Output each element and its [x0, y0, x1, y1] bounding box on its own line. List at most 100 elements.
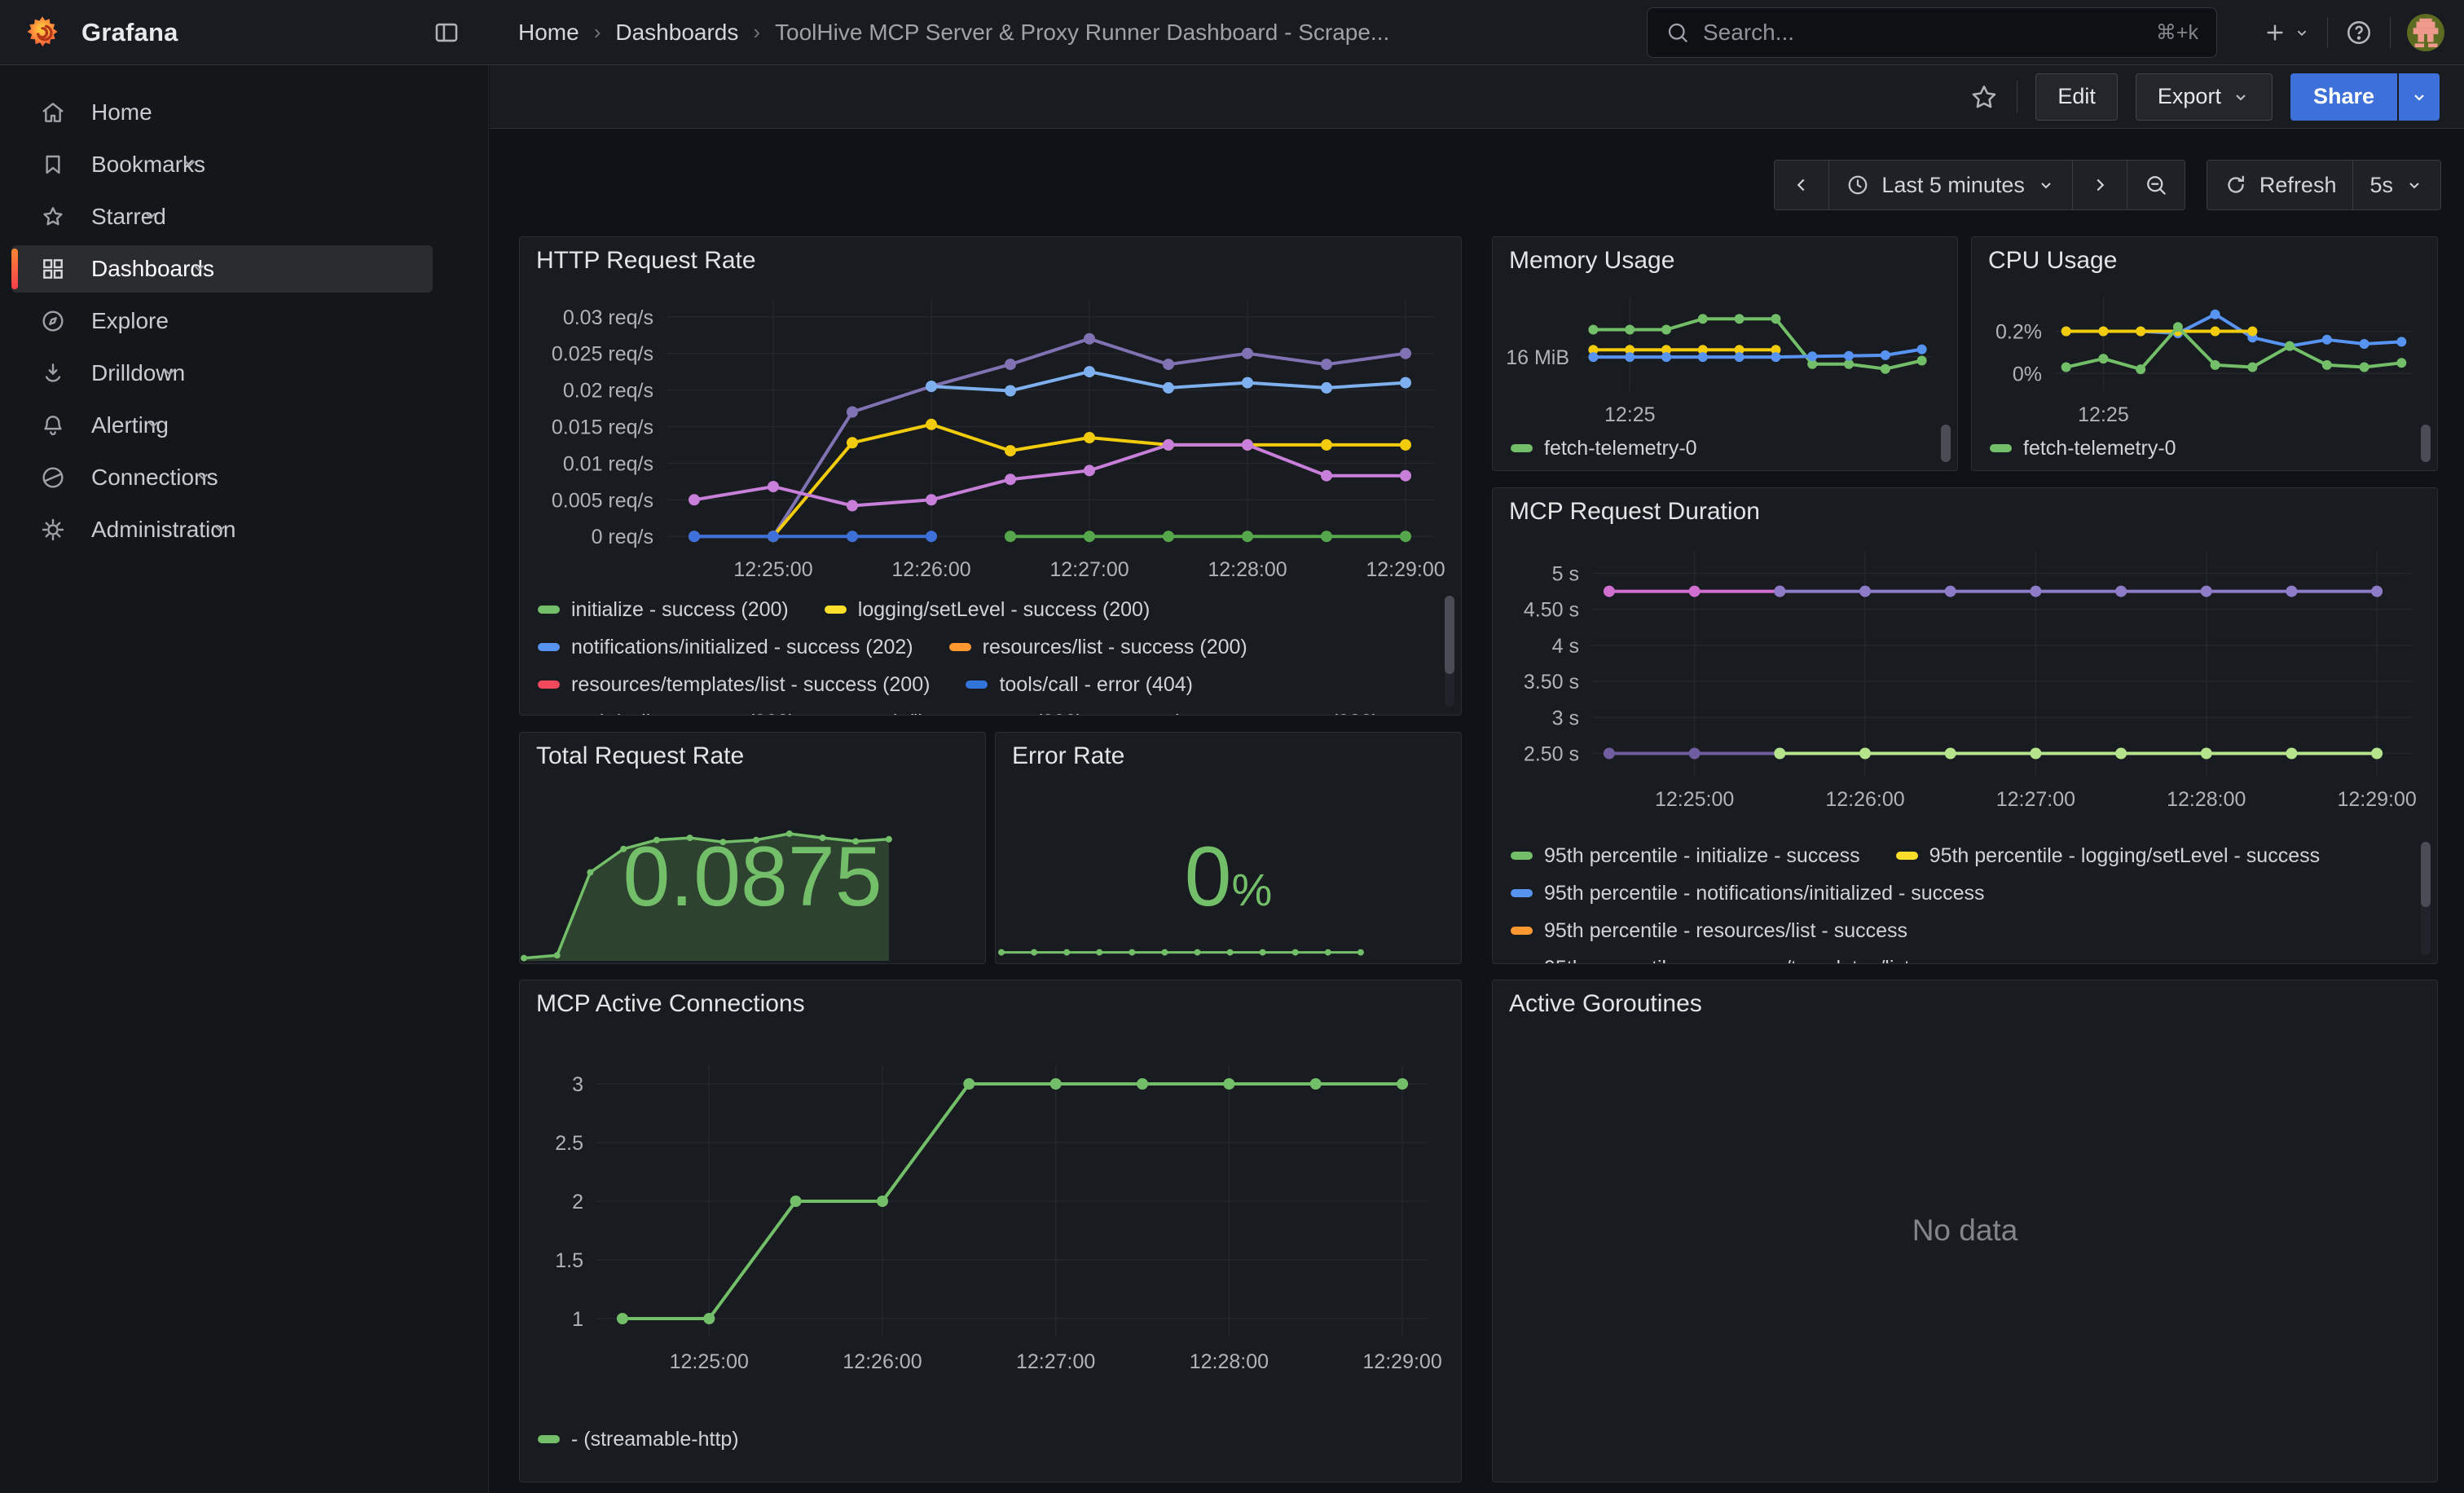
chevron-down-icon[interactable]: [140, 205, 161, 230]
legend-item[interactable]: notifications/initialized - success (202…: [538, 636, 913, 659]
legend-item[interactable]: logging/setLevel - success (200): [825, 598, 1151, 622]
user-avatar[interactable]: [2407, 14, 2444, 51]
chevron-right-icon: [2089, 174, 2110, 196]
chevron-down-icon[interactable]: [143, 413, 164, 438]
legend-label: 95th percentile - initialize - success: [1544, 844, 1860, 868]
svg-text:0.01 req/s: 0.01 req/s: [563, 452, 653, 475]
legend-item[interactable]: tools/list - success (200): [831, 711, 1083, 716]
chevron-down-icon[interactable]: [179, 152, 200, 178]
panel-title[interactable]: MCP Active Connections: [536, 990, 805, 1018]
svg-text:16 MiB: 16 MiB: [1506, 346, 1569, 369]
legend-item[interactable]: fetch-telemetry-0: [1990, 437, 2176, 460]
export-button[interactable]: Export: [2136, 73, 2273, 121]
legend-item[interactable]: 95th percentile - initialize - success: [1511, 844, 1860, 868]
search-input[interactable]: Search... ⌘+k: [1647, 7, 2217, 58]
edit-button[interactable]: Edit: [2035, 73, 2118, 121]
panel-error-rate[interactable]: Error Rate 0%: [995, 732, 1462, 964]
legend-item[interactable]: initialize - success (200): [538, 598, 789, 622]
legend-item[interactable]: fetch-telemetry-0: [1511, 437, 1697, 460]
chevron-down-icon: [2231, 87, 2251, 107]
header-divider: [2327, 17, 2328, 48]
legend-color-chip: [949, 643, 971, 651]
svg-text:4 s: 4 s: [1552, 635, 1579, 658]
panel-memory-usage[interactable]: Memory Usage 12:2516 MiB fetch-telemetry…: [1492, 236, 1958, 471]
sidebar-item-dashboards[interactable]: Dashboards: [0, 243, 488, 295]
panel-mcp-request-duration[interactable]: MCP Request Duration 12:25:0012:26:0012:…: [1492, 487, 2438, 964]
time-range-group: Last 5 minutes: [1774, 160, 2185, 210]
legend-item[interactable]: resources/list - success (200): [949, 636, 1247, 659]
panel-title[interactable]: Memory Usage: [1509, 247, 1674, 275]
svg-text:12:28:00: 12:28:00: [1190, 1350, 1269, 1373]
zoom-out-button[interactable]: [2127, 161, 2185, 209]
panel-title[interactable]: Error Rate: [1012, 742, 1124, 770]
panel-title[interactable]: MCP Request Duration: [1509, 498, 1760, 526]
legend-label: fetch-telemetry-0: [1544, 437, 1697, 460]
panel-mcp-active-connections[interactable]: MCP Active Connections 12:25:0012:26:001…: [519, 980, 1462, 1482]
legend-item[interactable]: unknown - success (200): [1119, 711, 1379, 716]
legend-item[interactable]: 95th percentile - notifications/initiali…: [1511, 882, 1985, 905]
breadcrumb-home[interactable]: Home: [518, 20, 579, 46]
legend-item[interactable]: resources/templates/list - success (200): [538, 673, 930, 697]
sidebar-item-drilldown[interactable]: Drilldown: [0, 347, 488, 399]
panel-http-request-rate[interactable]: HTTP Request Rate 12:25:0012:26:0012:27:…: [519, 236, 1462, 716]
breadcrumb: Home › Dashboards › ToolHive MCP Server …: [518, 20, 1389, 46]
svg-text:2.50 s: 2.50 s: [1524, 742, 1579, 765]
sidebar-item-starred[interactable]: Starred: [0, 191, 488, 243]
panel-active-goroutines[interactable]: Active Goroutines No data: [1492, 980, 2438, 1482]
legend-scrollbar[interactable]: [2421, 425, 2431, 460]
svg-text:3 s: 3 s: [1552, 707, 1579, 729]
legend-item[interactable]: 95th percentile - resources/list - succe…: [1511, 919, 1907, 943]
panel-total-request-rate[interactable]: Total Request Rate 0.0875: [519, 732, 986, 964]
svg-text:0.025 req/s: 0.025 req/s: [552, 343, 653, 366]
panel-title[interactable]: Active Goroutines: [1509, 990, 1702, 1018]
panel-title[interactable]: Total Request Rate: [536, 742, 744, 770]
share-button[interactable]: Share: [2290, 73, 2397, 121]
active-accent-bar: [11, 249, 18, 289]
cpu-usage-chart: 12:250.2%0%: [1977, 276, 2427, 431]
help-button[interactable]: [2344, 18, 2374, 47]
favorite-star-button[interactable]: [1969, 82, 1999, 112]
refresh-button[interactable]: Refresh: [2207, 161, 2353, 209]
legend-scrollbar[interactable]: [1941, 425, 1951, 460]
mcp-request-duration-chart: 12:25:0012:26:0012:27:0012:28:0012:29:00…: [1501, 534, 2431, 827]
sidebar-item-connections[interactable]: Connections: [0, 451, 488, 504]
time-shift-forward-button[interactable]: [2072, 161, 2127, 209]
total-request-rate-value: 0.0875: [520, 829, 985, 926]
chevron-down-icon[interactable]: [188, 257, 209, 282]
sidebar-item-administration[interactable]: Administration: [0, 504, 488, 556]
grafana-logo-icon[interactable]: [24, 15, 60, 51]
refresh-interval-picker[interactable]: 5s: [2352, 161, 2440, 209]
legend-item[interactable]: 95th percentile - logging/setLevel - suc…: [1896, 844, 2320, 868]
legend-item[interactable]: tools/call - success (200): [538, 711, 795, 716]
legend-scrollbar[interactable]: [1445, 596, 1454, 707]
add-new-button[interactable]: [2262, 20, 2311, 46]
legend-label: 95th percentile - resources/templates/li…: [1544, 957, 2001, 964]
bell-icon: [39, 412, 67, 439]
chevron-down-icon[interactable]: [209, 517, 231, 543]
chevron-down-icon[interactable]: [159, 361, 180, 386]
legend-item[interactable]: - (streamable-http): [538, 1428, 739, 1451]
sidebar-item-bookmarks[interactable]: Bookmarks: [0, 139, 488, 191]
breadcrumb-dashboards[interactable]: Dashboards: [615, 20, 738, 46]
sidebar-item-alerting[interactable]: Alerting: [0, 399, 488, 451]
legend-color-chip: [538, 643, 560, 651]
sidebar-item-explore[interactable]: Explore: [0, 295, 488, 347]
chevron-down-icon[interactable]: [192, 465, 213, 491]
legend-color-chip: [1511, 444, 1533, 452]
share-menu-button[interactable]: [2397, 73, 2440, 121]
home-icon: [39, 99, 67, 126]
legend-scrollbar[interactable]: [2421, 842, 2431, 955]
time-shift-back-button[interactable]: [1775, 161, 1828, 209]
legend-item[interactable]: tools/call - error (404): [966, 673, 1193, 697]
legend-label: logging/setLevel - success (200): [858, 598, 1151, 622]
time-range-picker[interactable]: Last 5 minutes: [1828, 161, 2072, 209]
panel-cpu-usage[interactable]: CPU Usage 12:250.2%0% fetch-telemetry-0: [1971, 236, 2438, 471]
no-data-message: No data: [1493, 1213, 2437, 1248]
panel-title[interactable]: CPU Usage: [1988, 247, 2117, 275]
bookmark-icon: [39, 151, 67, 178]
sidebar-item-home[interactable]: Home: [0, 86, 488, 139]
legend-item[interactable]: 95th percentile - resources/templates/li…: [1511, 957, 2001, 964]
dock-sidebar-icon[interactable]: [429, 15, 464, 51]
panel-title[interactable]: HTTP Request Rate: [536, 247, 756, 275]
brand-zone: Grafana: [0, 0, 489, 64]
